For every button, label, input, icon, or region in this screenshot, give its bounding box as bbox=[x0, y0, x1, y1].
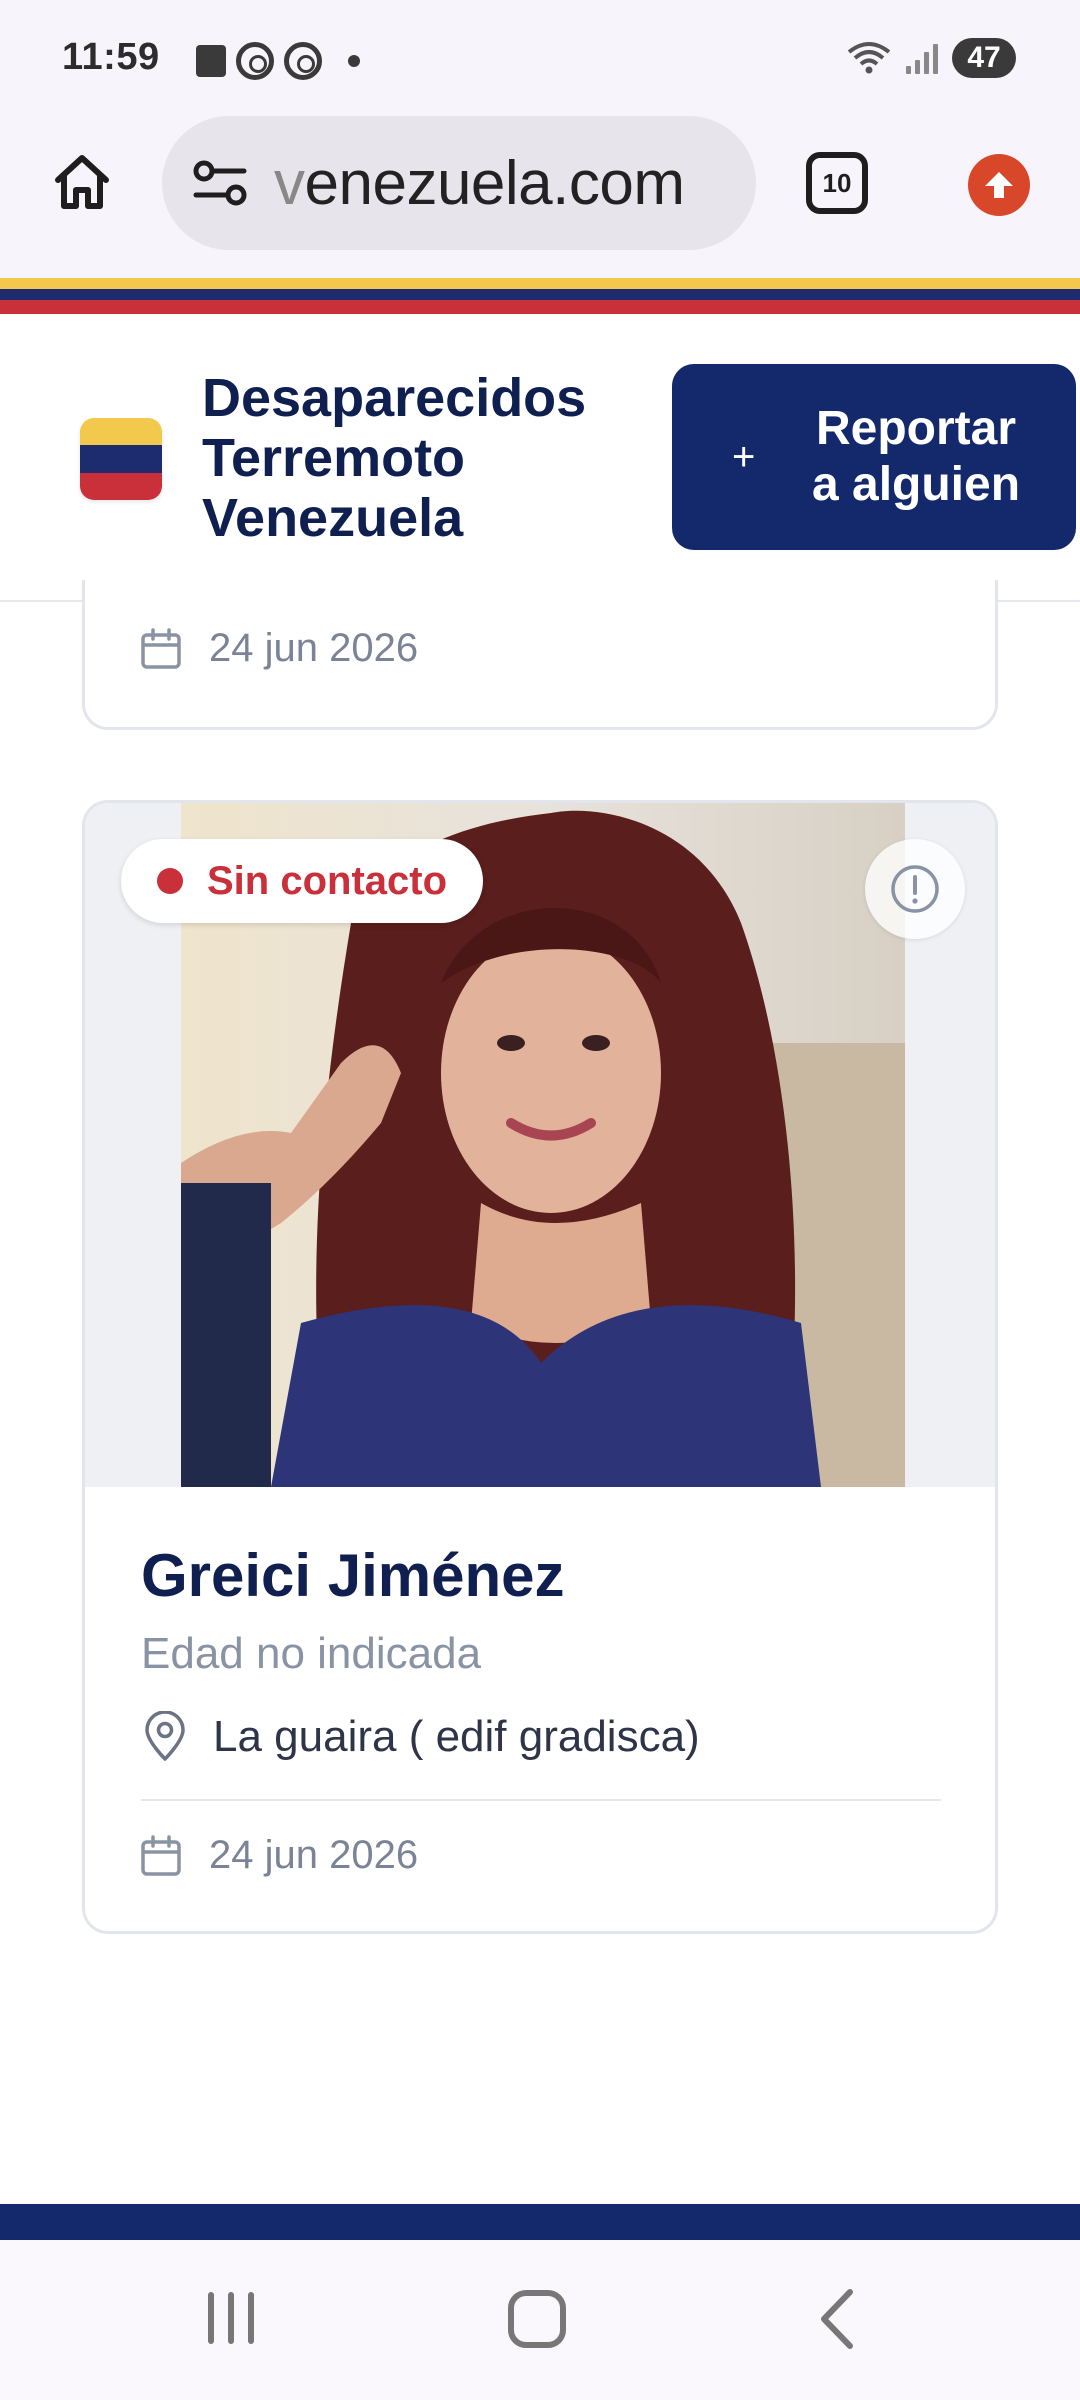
url-fade-text: v bbox=[274, 148, 305, 218]
tabs-button[interactable]: 10 bbox=[806, 152, 868, 214]
site-settings-icon[interactable] bbox=[190, 153, 250, 213]
previous-person-card[interactable]: 24 jun 2026 bbox=[82, 580, 998, 730]
status-time: 11:59 bbox=[62, 36, 160, 78]
venezuela-flag-logo bbox=[80, 418, 162, 500]
flag-stripe bbox=[0, 278, 1080, 318]
calendar-icon bbox=[141, 627, 181, 669]
report-date: 24 jun 2026 bbox=[209, 1833, 419, 1877]
status-dot-icon bbox=[157, 868, 183, 894]
report-issue-button[interactable] bbox=[865, 839, 965, 939]
person-card[interactable]: Sin contacto Greici Jiménez Edad no indi… bbox=[82, 800, 998, 1934]
site-title[interactable]: Desaparecidos Terremoto Venezuela bbox=[202, 368, 642, 548]
status-system-icons: 47 bbox=[846, 38, 1016, 78]
url-domain: enezuela.com bbox=[304, 148, 686, 218]
status-bar: 11:59 47 bbox=[0, 0, 1080, 110]
report-button-line: a alguien bbox=[811, 458, 1021, 511]
person-age: Edad no indicada bbox=[141, 1629, 482, 1678]
browser-toolbar: venezuela.com 10 bbox=[0, 110, 1080, 280]
location-pin-icon bbox=[145, 1711, 185, 1761]
battery-indicator: 47 bbox=[952, 38, 1016, 78]
date-row: 24 jun 2026 bbox=[139, 626, 418, 671]
more-notifications-dot-icon bbox=[348, 55, 360, 67]
home-icon[interactable] bbox=[50, 150, 114, 214]
calendar-icon bbox=[141, 1834, 181, 1876]
notification-square-icon bbox=[196, 45, 226, 77]
plus-icon: + bbox=[732, 434, 756, 479]
report-date: 24 jun 2026 bbox=[209, 626, 419, 670]
whatsapp-icon bbox=[284, 42, 322, 80]
recents-icon[interactable] bbox=[208, 2292, 254, 2344]
site-title-line: Desaparecidos bbox=[202, 368, 587, 428]
signal-icon bbox=[906, 42, 938, 74]
site-header: Desaparecidos Terremoto Venezuela + Repo… bbox=[0, 318, 1080, 602]
site-title-line: Venezuela bbox=[202, 488, 464, 548]
report-button-line: Reportar bbox=[815, 402, 1017, 455]
report-button-label: Reportar a alguien bbox=[796, 401, 1036, 513]
card-divider bbox=[141, 1799, 941, 1801]
wifi-icon bbox=[847, 42, 891, 74]
whatsapp-icon bbox=[236, 42, 274, 80]
home-icon[interactable] bbox=[508, 2290, 566, 2348]
status-badge: Sin contacto bbox=[121, 839, 484, 923]
footer-band bbox=[0, 2204, 1080, 2240]
address-bar[interactable]: venezuela.com bbox=[162, 116, 756, 250]
menu-update-icon[interactable] bbox=[968, 154, 1030, 216]
site-title-line: Terremoto bbox=[202, 428, 466, 488]
person-location: La guaira ( edif gradisca) bbox=[213, 1712, 700, 1761]
person-name: Greici Jiménez bbox=[141, 1542, 565, 1609]
url-text: venezuela.com bbox=[274, 148, 685, 219]
arrow-up-icon bbox=[985, 172, 1013, 198]
system-navigation-bar bbox=[0, 2240, 1080, 2400]
location-row: La guaira ( edif gradisca) bbox=[141, 1711, 700, 1763]
alert-circle-icon bbox=[891, 865, 939, 913]
date-row: 24 jun 2026 bbox=[139, 1833, 418, 1878]
report-someone-button[interactable]: + Reportar a alguien bbox=[672, 364, 1076, 550]
status-notification-icons bbox=[196, 42, 360, 80]
back-icon[interactable] bbox=[816, 2288, 856, 2350]
status-text: Sin contacto bbox=[207, 858, 448, 903]
